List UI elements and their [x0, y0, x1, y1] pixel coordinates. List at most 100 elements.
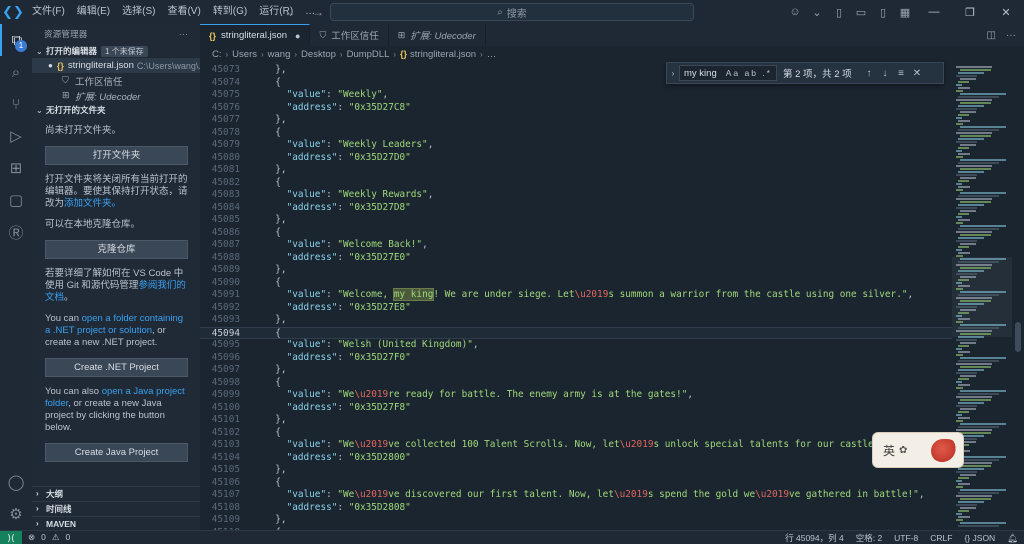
- split-editor-icon[interactable]: ◫: [987, 30, 996, 41]
- close-icon[interactable]: ✕: [909, 68, 925, 79]
- previous-match-icon[interactable]: ↑: [861, 68, 877, 79]
- source-control-icon[interactable]: ⑂: [0, 88, 32, 120]
- tab-extension[interactable]: ⊞ 扩展: Udecoder: [389, 24, 486, 46]
- code-line[interactable]: 45096 "address": "0x35D27F0": [200, 352, 952, 365]
- code-line[interactable]: 45085 },: [200, 214, 952, 227]
- menu-item[interactable]: 文件(F): [26, 0, 71, 24]
- menu-item[interactable]: 编辑(E): [71, 0, 116, 24]
- find-options[interactable]: Aa ab .*: [726, 68, 772, 78]
- breadcrumb-item[interactable]: Users: [232, 49, 257, 60]
- code-line[interactable]: 45104 "address": "0x35D2800": [200, 452, 952, 465]
- code-line[interactable]: 45075 "value": "Weekly",: [200, 89, 952, 102]
- encoding[interactable]: UTF-8: [888, 533, 924, 543]
- code-line[interactable]: 45076 "address": "0x35D27C8": [200, 102, 952, 115]
- code-line[interactable]: 45095 "value": "Welsh (United Kingdom)",: [200, 339, 952, 352]
- breadcrumb-item[interactable]: Desktop: [301, 49, 336, 60]
- remote-explorer-icon[interactable]: ▢: [0, 184, 32, 216]
- code-line[interactable]: 45103 "value": "We\u2019ve collected 100…: [200, 439, 952, 452]
- breadcrumb-item[interactable]: wang: [268, 49, 291, 60]
- code-line[interactable]: 45108 "address": "0x35D2808": [200, 502, 952, 515]
- code-line[interactable]: 45080 "address": "0x35D27D0": [200, 152, 952, 165]
- code-line[interactable]: 45099 "value": "We\u2019re ready for bat…: [200, 389, 952, 402]
- restore-button[interactable]: ❐: [952, 6, 988, 19]
- toggle-panel-icon[interactable]: ▭: [850, 6, 872, 19]
- code-line[interactable]: 45090 {: [200, 277, 952, 290]
- run-debug-icon[interactable]: ▷: [0, 120, 32, 152]
- add-folder-link[interactable]: 添加文件夹。: [64, 198, 121, 209]
- r-language-icon[interactable]: Ⓡ: [0, 216, 32, 248]
- code-line[interactable]: 45106 {: [200, 477, 952, 490]
- vertical-scrollbar[interactable]: [1012, 62, 1024, 530]
- scrollbar-thumb[interactable]: [1015, 322, 1021, 352]
- code-line[interactable]: 45082 {: [200, 177, 952, 190]
- back-arrow-icon[interactable]: ←: [284, 5, 296, 19]
- code-line[interactable]: 45087 "value": "Welcome Back!",: [200, 239, 952, 252]
- notifications-bell-icon[interactable]: 🔔︎: [1001, 533, 1024, 544]
- code-line[interactable]: 45089 },: [200, 264, 952, 277]
- command-center-search[interactable]: ⌕ 搜索: [330, 3, 694, 21]
- open-folder-button[interactable]: 打开文件夹: [45, 146, 188, 165]
- code-line[interactable]: 45086 {: [200, 227, 952, 240]
- search-view-icon[interactable]: ⌕: [0, 56, 32, 88]
- code-line[interactable]: 45105 },: [200, 464, 952, 477]
- toggle-replace-icon[interactable]: ›: [667, 69, 679, 78]
- minimize-button[interactable]: —: [916, 6, 952, 18]
- forward-arrow-icon[interactable]: →: [312, 5, 324, 19]
- unsaved-dot-icon[interactable]: ●: [295, 31, 300, 41]
- indentation[interactable]: 空格: 2: [850, 532, 888, 544]
- tab-stringliteral[interactable]: {} stringliteral.json ●: [200, 24, 311, 46]
- code-line[interactable]: 45091 "value": "Welcome, my king! We are…: [200, 288, 952, 302]
- no-folder-section[interactable]: ⌄ 无打开的文件夹: [32, 103, 200, 117]
- code-line[interactable]: 45109 },: [200, 514, 952, 527]
- toggle-secondary-sidebar-icon[interactable]: ▯: [872, 6, 894, 19]
- menu-item[interactable]: 选择(S): [116, 0, 161, 24]
- breadcrumb-item[interactable]: …: [487, 49, 497, 60]
- customize-layout-icon[interactable]: ▦: [894, 6, 916, 19]
- breadcrumb-item[interactable]: stringliteral.json: [410, 49, 476, 60]
- end-of-line[interactable]: CRLF: [924, 533, 958, 543]
- next-match-icon[interactable]: ↓: [877, 68, 893, 79]
- copilot-dropdown-icon[interactable]: ⌄: [806, 6, 828, 19]
- breadcrumb-item[interactable]: C:: [212, 49, 222, 60]
- cursor-position[interactable]: 行 45094，列 4: [779, 532, 850, 544]
- code-line[interactable]: 45078 {: [200, 127, 952, 140]
- close-window-button[interactable]: ✕: [988, 6, 1024, 19]
- clone-repo-button[interactable]: 克隆仓库: [45, 240, 188, 259]
- code-line[interactable]: 45097 },: [200, 364, 952, 377]
- find-input[interactable]: my king Aa ab .*: [679, 65, 777, 81]
- extensions-icon[interactable]: ⊞: [0, 152, 32, 184]
- outline-section[interactable]: › 大纲: [32, 486, 200, 500]
- code-line[interactable]: 45101 },: [200, 414, 952, 427]
- ime-floating-widget[interactable]: 英 ✿: [872, 432, 964, 468]
- create-dotnet-project-button[interactable]: Create .NET Project: [45, 358, 188, 377]
- remote-indicator-icon[interactable]: ⟩⟨: [0, 530, 22, 544]
- more-actions-icon[interactable]: ···: [179, 29, 188, 39]
- open-editor-item-stringliteral[interactable]: ● {} stringliteral.json C:\Users\wang\..…: [32, 58, 200, 73]
- settings-gear-icon[interactable]: ⚙: [0, 498, 32, 530]
- menu-item[interactable]: 查看(V): [161, 0, 206, 24]
- code-line[interactable]: 45094 {: [200, 326, 952, 339]
- toggle-sidebar-icon[interactable]: ▯: [828, 6, 850, 19]
- code-line[interactable]: 45083 "value": "Weekly Rewards",: [200, 189, 952, 202]
- breadcrumb-item[interactable]: DumpDLL: [347, 49, 390, 60]
- timeline-section[interactable]: › 时间线: [32, 501, 200, 515]
- open-editor-item-extension[interactable]: ⊞ 扩展: Udecoder: [32, 88, 200, 103]
- language-mode[interactable]: {} JSON: [958, 533, 1001, 543]
- open-editor-item-workspace-trust[interactable]: ⛉ 工作区信任: [32, 73, 200, 88]
- code-line[interactable]: 45093 },: [200, 314, 952, 327]
- code-line[interactable]: 45077 },: [200, 114, 952, 127]
- account-icon[interactable]: ◯: [0, 466, 32, 498]
- code-line[interactable]: 45079 "value": "Weekly Leaders",: [200, 139, 952, 152]
- maven-section[interactable]: › MAVEN: [32, 516, 200, 530]
- code-line[interactable]: 45092 "address": "0x35D27E8": [200, 302, 952, 315]
- code-line[interactable]: 45098 {: [200, 377, 952, 390]
- create-java-project-button[interactable]: Create Java Project: [45, 443, 188, 462]
- more-actions-icon[interactable]: ···: [1006, 30, 1016, 41]
- code-line[interactable]: 45102 {: [200, 427, 952, 440]
- copilot-icon[interactable]: ☺: [784, 6, 806, 18]
- find-in-selection-icon[interactable]: ≡: [893, 68, 909, 79]
- explorer-icon[interactable]: ⧉: [0, 24, 32, 56]
- code-editor[interactable]: 45073 }, 45074 {45075 "value": "Weekly", 4…: [200, 62, 952, 530]
- tab-workspace-trust[interactable]: ⛉ 工作区信任: [310, 24, 389, 46]
- code-line[interactable]: 45088 "address": "0x35D27E0": [200, 252, 952, 265]
